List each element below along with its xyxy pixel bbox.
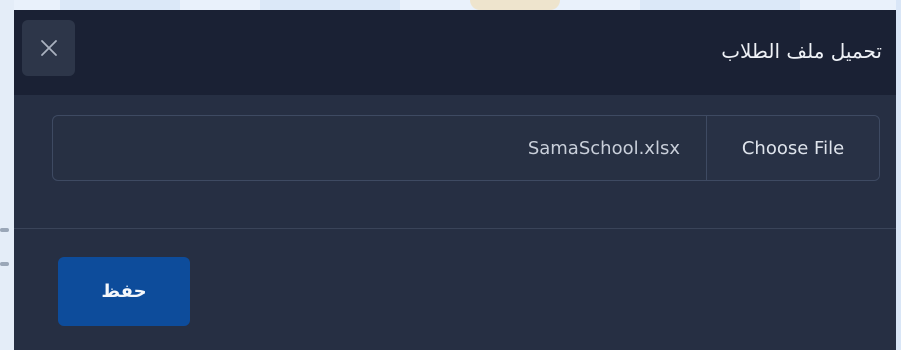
background-mark — [0, 262, 9, 266]
background-page-left — [0, 0, 14, 350]
upload-students-modal: تحميل ملف الطلاب SamaSchool.xlsx Choose … — [14, 10, 896, 350]
modal-title: تحميل ملف الطلاب — [721, 39, 882, 63]
background-mark — [0, 228, 9, 232]
selected-file-name: SamaSchool.xlsx — [527, 137, 680, 159]
save-button[interactable]: حفظ — [58, 257, 190, 326]
choose-file-button[interactable]: Choose File — [706, 116, 879, 180]
modal-body: SamaSchool.xlsx Choose File — [14, 95, 896, 229]
modal-footer: حفظ — [14, 229, 896, 350]
modal-header: تحميل ملف الطلاب — [14, 10, 896, 95]
close-icon — [40, 40, 57, 56]
background-page-right — [896, 0, 901, 350]
background-accent — [470, 0, 560, 10]
close-button[interactable] — [22, 20, 75, 76]
file-input[interactable]: SamaSchool.xlsx Choose File — [52, 115, 880, 181]
